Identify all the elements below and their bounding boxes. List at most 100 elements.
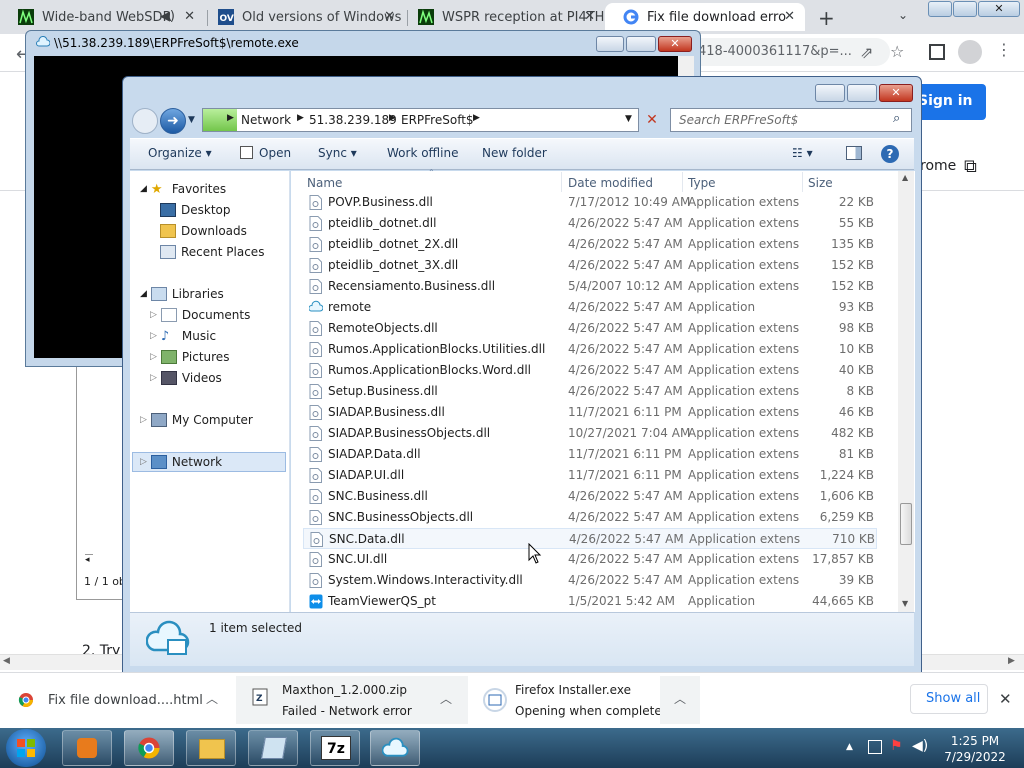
table-row[interactable]: SNC.Data.dll 4/26/2022 5:47 AM Application… <box>303 528 877 549</box>
column-type[interactable]: Type <box>688 176 716 190</box>
stop-icon[interactable]: ✕ <box>640 108 664 132</box>
recent-pages-icon[interactable]: ▼ <box>188 115 195 125</box>
maximize-button[interactable] <box>953 1 977 17</box>
action-center-icon[interactable]: ⚑ <box>890 738 903 754</box>
volume-icon[interactable]: ◀) <box>912 738 928 754</box>
nav-downloads[interactable]: Downloads <box>160 224 247 238</box>
console-maximize-button[interactable] <box>626 36 656 52</box>
nav-my-computer[interactable]: ▷ My Computer <box>140 413 253 427</box>
organize-button[interactable]: Organize ▾ <box>148 146 212 160</box>
table-row[interactable]: Recensiamento.Business.dll 5/4/2007 10:12… <box>303 276 877 297</box>
column-name[interactable]: Name <box>307 176 342 190</box>
table-row[interactable]: pteidlib_dotnet_3X.dll 4/26/2022 5:47 AM A… <box>303 255 877 276</box>
table-row[interactable]: pteidlib_dotnet.dll 4/26/2022 5:47 AM Appl… <box>303 213 877 234</box>
column-divider[interactable] <box>802 172 803 192</box>
work-offline-button[interactable]: Work offline <box>387 146 458 160</box>
address-dropdown-icon[interactable]: ▼ <box>625 114 632 124</box>
open-external-icon[interactable]: ⧉ <box>964 156 977 177</box>
close-icon[interactable]: ✕ <box>784 9 795 24</box>
explorer-maximize-button[interactable] <box>847 84 877 102</box>
scroll-left-icon[interactable]: ◂ <box>85 554 93 568</box>
close-button[interactable]: ✕ <box>978 1 1020 17</box>
table-row[interactable]: SIADAP.Data.dll 11/7/2021 6:11 PM Applicat… <box>303 444 877 465</box>
breadcrumb-share[interactable]: ERPFreSoft$ <box>401 113 474 127</box>
console-minimize-button[interactable] <box>596 36 624 52</box>
scroll-right-icon[interactable]: ▶ <box>1008 656 1015 666</box>
start-button[interactable] <box>6 729 46 767</box>
taskbar-clock[interactable]: 1:25 PM 7/29/2022 <box>930 733 1020 765</box>
download-item-zip[interactable]: Z Maxthon_1.2.000.zip Failed - Network e… <box>236 676 468 724</box>
table-row[interactable]: Rumos.ApplicationBlocks.Utilities.dll 4/2… <box>303 339 877 360</box>
new-tab-button[interactable]: + <box>818 6 835 30</box>
close-icon[interactable]: ✕ <box>584 9 595 24</box>
download-item-firefox[interactable]: Firefox Installer.exe Opening when compl… <box>470 676 700 724</box>
nav-libraries[interactable]: ◢ Libraries <box>140 287 224 301</box>
new-folder-button[interactable]: New folder <box>482 146 547 160</box>
table-row[interactable]: SNC.UI.dll 4/26/2022 5:47 AM Application e… <box>303 549 877 570</box>
nav-favorites[interactable]: ◢ ★ Favorites <box>140 182 226 197</box>
taskbar-notepad[interactable] <box>248 730 298 766</box>
close-icon[interactable]: ✕ <box>384 9 395 24</box>
tab-wspr[interactable]: WSPR reception at PI4TH ✕ <box>400 3 605 31</box>
show-all-button[interactable]: Show all <box>910 684 988 714</box>
nav-desktop[interactable]: Desktop <box>160 203 231 217</box>
menu-icon[interactable]: ⋮ <box>996 40 1012 59</box>
profile-avatar[interactable] <box>958 40 982 64</box>
tab-websdr[interactable]: Wide-band WebSDR ◀) ✕ <box>0 3 205 31</box>
breadcrumb-host[interactable]: 51.38.239.189 <box>309 113 397 127</box>
back-button[interactable] <box>132 108 158 134</box>
side-panel-icon[interactable] <box>929 44 945 60</box>
chevron-up-icon[interactable]: ︿ <box>440 690 452 707</box>
nav-music[interactable]: ▷ ♪ Music <box>150 329 216 344</box>
help-icon[interactable]: ? <box>881 145 899 163</box>
open-button[interactable]: Open <box>259 146 291 160</box>
taskbar-remote[interactable] <box>370 730 420 766</box>
network-tray-icon[interactable] <box>868 740 882 754</box>
table-row[interactable]: System.Windows.Interactivity.dll 4/26/202… <box>303 570 877 591</box>
forward-button[interactable]: ➜ <box>160 108 186 134</box>
table-row[interactable]: SNC.Business.dll 4/26/2022 5:47 AM Applica… <box>303 486 877 507</box>
scroll-up-icon[interactable]: ▲ <box>902 173 908 182</box>
table-row[interactable]: RemoteObjects.dll 4/26/2022 5:47 AM Applic… <box>303 318 877 339</box>
explorer-minimize-button[interactable] <box>815 84 845 102</box>
nav-recent-places[interactable]: Recent Places <box>160 245 264 259</box>
explorer-close-button[interactable]: ✕ <box>879 84 913 102</box>
share-icon[interactable]: ⇗ <box>860 43 873 62</box>
search-input[interactable]: Search ERPFreSoft$ <box>670 108 912 132</box>
table-row[interactable]: pteidlib_dotnet_2X.dll 4/26/2022 5:47 AM A… <box>303 234 877 255</box>
table-row[interactable]: TeamViewerQS_pt 1/5/2021 5:42 AM Applicati… <box>303 591 877 612</box>
preview-pane-icon[interactable] <box>846 146 862 160</box>
tab-old-windows[interactable]: OV Old versions of Windows ✕ <box>200 3 405 31</box>
taskbar-explorer[interactable] <box>186 730 236 766</box>
tab-search-icon[interactable]: ⌄ <box>898 8 908 22</box>
tab-fix-file-download[interactable]: Fix file download errors - ✕ <box>605 3 805 31</box>
address-bar[interactable]: ▶ Network ▶ 51.38.239.189 ▶ ERPFreSoft$ … <box>202 108 639 132</box>
close-downloads-icon[interactable]: ✕ <box>999 690 1012 708</box>
minimize-button[interactable] <box>928 1 952 17</box>
column-divider[interactable] <box>682 172 683 192</box>
chevron-up-icon[interactable]: ︿ <box>660 676 700 724</box>
nav-pictures[interactable]: ▷ Pictures <box>150 350 229 364</box>
taskbar-chrome[interactable] <box>124 730 174 766</box>
file-list-scrollbar[interactable]: ▲ ▼ <box>898 171 914 612</box>
taskbar-7zip[interactable]: 7z <box>310 730 360 766</box>
tray-expand-icon[interactable]: ▲ <box>846 742 853 752</box>
table-row[interactable]: SIADAP.UI.dll 11/7/2021 6:11 PM Applicatio… <box>303 465 877 486</box>
nav-videos[interactable]: ▷ Videos <box>150 371 222 385</box>
chevron-up-icon[interactable]: ︿ <box>206 690 218 707</box>
view-options-icon[interactable]: ☷ ▾ <box>792 146 813 160</box>
table-row[interactable]: Setup.Business.dll 4/26/2022 5:47 AM Appli… <box>303 381 877 402</box>
column-date-modified[interactable]: Date modified <box>568 176 653 190</box>
table-row[interactable]: POVP.Business.dll 7/17/2012 10:49 AM Appli… <box>303 192 877 213</box>
column-size[interactable]: Size <box>808 176 833 190</box>
breadcrumb-network[interactable]: Network <box>241 113 291 127</box>
download-item-html[interactable]: Fix file download....html ︿ <box>18 676 236 724</box>
close-icon[interactable]: ✕ <box>184 9 195 24</box>
column-divider[interactable] <box>561 172 562 192</box>
nav-network[interactable]: ▷ Network <box>140 455 222 469</box>
scrollbar-thumb[interactable] <box>900 503 912 545</box>
nav-documents[interactable]: ▷ Documents <box>150 308 250 322</box>
table-row[interactable]: SNC.BusinessObjects.dll 4/26/2022 5:47 AM… <box>303 507 877 528</box>
console-close-button[interactable]: ✕ <box>658 36 692 52</box>
star-icon[interactable]: ☆ <box>890 42 904 61</box>
